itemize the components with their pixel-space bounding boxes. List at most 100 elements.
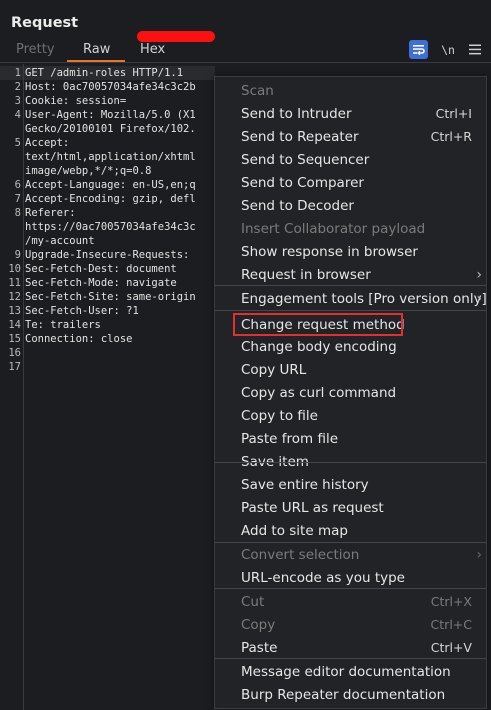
line-number: 1 — [14, 67, 21, 79]
line-number — [0, 164, 21, 178]
line-number — [0, 150, 21, 164]
menu-item-paste[interactable]: Paste Ctrl+V — [215, 636, 486, 659]
line-number: 6 — [14, 179, 21, 191]
code-line: Upgrade-Insecure-Requests: — [25, 249, 190, 261]
show-newlines-button[interactable]: \n — [440, 40, 456, 59]
menu-separator — [215, 285, 486, 286]
code-line: https://0ac70057034afe34c3c — [25, 221, 196, 233]
word-wrap-icon — [413, 45, 425, 55]
code-line: Accept-Language: en-US,en;q — [25, 179, 196, 191]
menu-item-label: Cut — [241, 593, 265, 610]
tab-pretty[interactable]: Pretty — [16, 42, 55, 57]
line-number: 17 — [8, 361, 21, 373]
menu-item-shortcut: Ctrl+V — [430, 640, 472, 655]
menu-item-label: Paste from file — [241, 430, 338, 447]
line-number-gutter: 1 2 3 4 5 6 7 8 9 10 11 12 13 14 15 16 17 — [0, 66, 21, 374]
menu-item-label: Scan — [241, 82, 274, 99]
menu-item-send-to-repeater[interactable]: Send to Repeater Ctrl+R — [215, 125, 486, 148]
line-number — [0, 122, 21, 136]
menu-item-engagement-tools-pro-version-only[interactable]: Engagement tools [Pro version only] › — [215, 287, 487, 310]
line-number — [0, 234, 21, 248]
code-line: Sec-Fetch-Dest: document — [25, 263, 177, 275]
menu-item-request-in-browser[interactable]: Request in browser › — [215, 263, 486, 286]
menu-item-label: URL-encode as you type — [241, 569, 405, 586]
menu-item-paste-from-file[interactable]: Paste from file — [215, 427, 486, 450]
code-line: Sec-Fetch-User: ?1 — [25, 305, 139, 317]
line-number: 16 — [8, 347, 21, 359]
menu-item-label: Copy — [241, 616, 276, 633]
code-line: Te: trailers — [25, 319, 101, 331]
menu-item-cut: Cut Ctrl+X — [215, 590, 486, 613]
panel-title: Request — [11, 15, 79, 31]
menu-item-copy: Copy Ctrl+C — [215, 613, 486, 636]
menu-item-label: Send to Repeater — [241, 128, 359, 145]
menu-item-label: Paste — [241, 639, 278, 656]
line-number: 3 — [14, 95, 21, 107]
code-line: Gecko/20100101 Firefox/102. — [25, 123, 196, 135]
menu-item-burp-repeater-documentation[interactable]: Burp Repeater documentation — [215, 683, 486, 706]
code-line: Cookie: session= — [25, 95, 127, 107]
gutter-divider — [23, 64, 24, 710]
code-line: GET /admin-roles HTTP/1.1 — [25, 67, 184, 79]
menu-item-scan: Scan — [215, 79, 486, 102]
menu-separator — [215, 588, 486, 589]
menu-item-copy-as-curl-command[interactable]: Copy as curl command — [215, 381, 486, 404]
code-line: Accept-Encoding: gzip, defl — [25, 193, 196, 205]
menu-item-label: Send to Decoder — [241, 197, 354, 214]
menu-item-shortcut: Ctrl+I — [435, 106, 472, 121]
line-number: 10 — [8, 263, 21, 275]
code-line: Connection: close — [25, 333, 133, 345]
menu-item-label: Convert selection — [241, 546, 360, 563]
code-line: Sec-Fetch-Site: same-origin — [25, 291, 196, 303]
menu-separator — [215, 658, 486, 659]
tab-hex[interactable]: Hex — [140, 42, 165, 57]
menu-item-copy-url[interactable]: Copy URL — [215, 358, 486, 381]
menu-item-label: Copy as curl command — [241, 384, 397, 401]
chevron-right-icon: › — [476, 290, 482, 307]
menu-item-label: Insert Collaborator payload — [241, 220, 426, 237]
line-number: 9 — [14, 249, 21, 261]
chevron-right-icon: › — [476, 546, 482, 563]
code-line: Accept: — [25, 137, 70, 149]
request-text[interactable]: GET /admin-roles HTTP/1.1 Host: 0ac700570… — [25, 66, 215, 374]
line-number: 7 — [14, 193, 21, 205]
menu-item-copy-to-file[interactable]: Copy to file — [215, 404, 486, 427]
menu-item-send-to-sequencer[interactable]: Send to Sequencer — [215, 148, 486, 171]
menu-item-insert-collaborator-payload: Insert Collaborator payload — [215, 217, 486, 240]
code-line: /my-account — [25, 235, 95, 247]
line-number: 14 — [8, 319, 21, 331]
line-number: 2 — [14, 81, 21, 93]
hamburger-menu-icon — [469, 44, 481, 55]
menu-item-convert-selection: Convert selection › — [215, 543, 486, 566]
menu-item-url-encode-as-you-type[interactable]: URL-encode as you type — [215, 566, 486, 589]
menu-item-label: Change body encoding — [241, 338, 397, 355]
line-number: 13 — [8, 305, 21, 317]
word-wrap-button[interactable] — [409, 40, 428, 59]
menu-item-change-body-encoding[interactable]: Change body encoding — [215, 335, 486, 358]
menu-item-paste-url-as-request[interactable]: Paste URL as request — [215, 496, 486, 519]
menu-separator — [215, 542, 486, 543]
menu-item-label: Save entire history — [241, 476, 369, 493]
menu-separator — [215, 462, 486, 463]
menu-item-label: Message editor documentation — [241, 663, 451, 680]
editor-menu-button[interactable] — [466, 40, 484, 59]
chevron-right-icon: › — [476, 266, 482, 283]
menu-item-add-to-site-map[interactable]: Add to site map — [215, 519, 486, 542]
menu-item-show-response-in-browser[interactable]: Show response in browser — [215, 240, 486, 263]
menu-item-label: Paste URL as request — [241, 499, 384, 516]
menu-item-message-editor-documentation[interactable]: Message editor documentation — [215, 660, 486, 683]
menu-item-send-to-comparer[interactable]: Send to Comparer — [215, 171, 486, 194]
line-number: 12 — [8, 291, 21, 303]
menu-item-send-to-intruder[interactable]: Send to Intruder Ctrl+I — [215, 102, 486, 125]
tab-raw[interactable]: Raw — [83, 42, 110, 57]
menu-item-send-to-decoder[interactable]: Send to Decoder — [215, 194, 486, 217]
annotation-highlight-box — [233, 313, 403, 336]
code-line: Sec-Fetch-Mode: navigate — [25, 277, 177, 289]
code-line: Referer: — [25, 207, 76, 219]
menu-item-save-entire-history[interactable]: Save entire history — [215, 473, 486, 496]
line-number: 4 — [14, 109, 21, 121]
menu-item-label: Send to Sequencer — [241, 151, 370, 168]
menu-item-label: Copy to file — [241, 407, 318, 424]
